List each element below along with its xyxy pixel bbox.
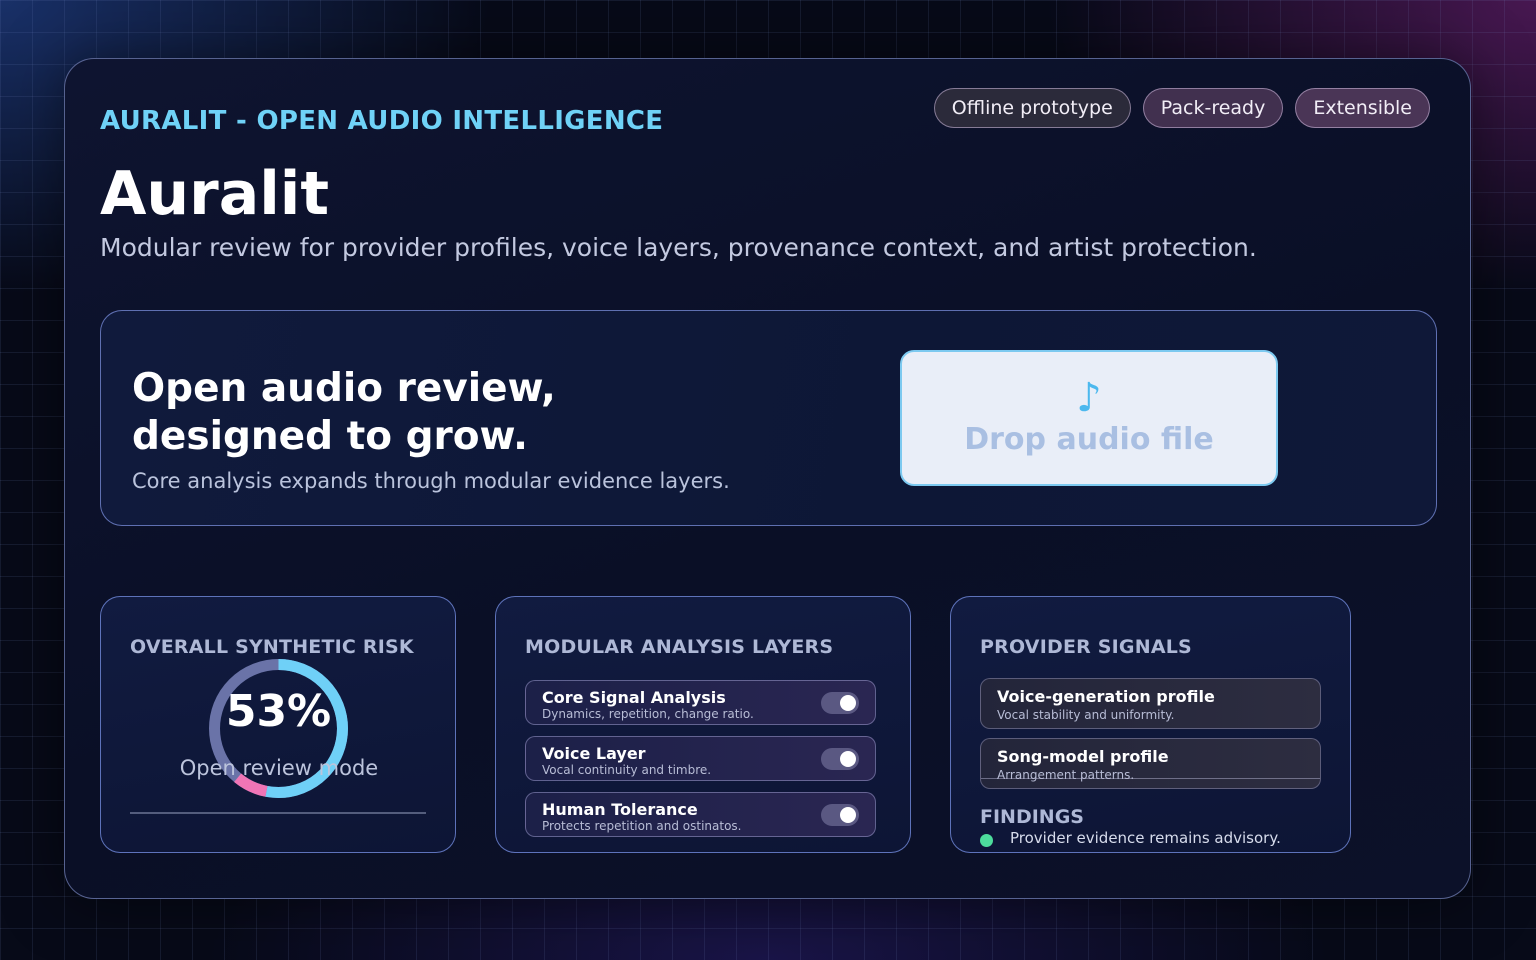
- toggle-knob: [840, 695, 856, 711]
- signals-panel-title: PROVIDER SIGNALS: [980, 636, 1192, 658]
- signal-divider: [981, 777, 1320, 779]
- findings-title: FINDINGS: [980, 806, 1084, 828]
- eyebrow-label: AURALIT - OPEN AUDIO INTELLIGENCE: [100, 106, 664, 136]
- signal-name: Voice-generation profile: [997, 687, 1215, 706]
- signal-desc: Vocal stability and uniformity.: [997, 708, 1175, 722]
- hero-subline: Core analysis expands through modular ev…: [132, 469, 730, 493]
- signal-voice-generation[interactable]: Voice-generation profile Vocal stability…: [980, 678, 1321, 729]
- layer-voice[interactable]: Voice Layer Vocal continuity and timbre.: [525, 736, 876, 781]
- layer-core-signal[interactable]: Core Signal Analysis Dynamics, repetitio…: [525, 680, 876, 725]
- review-mode-label: Open review mode: [179, 756, 379, 780]
- layer-name: Core Signal Analysis: [542, 688, 726, 707]
- layer-toggle[interactable]: [821, 748, 859, 770]
- music-note-icon: ♪: [1076, 374, 1102, 421]
- chip-extensible[interactable]: Extensible: [1295, 88, 1430, 128]
- risk-panel-title: OVERALL SYNTHETIC RISK: [130, 636, 414, 658]
- risk-divider: [130, 812, 426, 814]
- layer-name: Voice Layer: [542, 744, 646, 763]
- page-subtitle: Modular review for provider profiles, vo…: [100, 233, 1257, 262]
- layer-toggle[interactable]: [821, 804, 859, 826]
- layer-human-tolerance[interactable]: Human Tolerance Protects repetition and …: [525, 792, 876, 837]
- audio-dropzone[interactable]: ♪ Drop audio file: [900, 350, 1278, 486]
- signal-song-model[interactable]: Song-model profile Arrangement patterns.: [980, 738, 1321, 789]
- dropzone-label: Drop audio file: [964, 421, 1214, 457]
- hero-headline-line2: designed to grow.: [132, 414, 528, 459]
- chip-offline-prototype[interactable]: Offline prototype: [933, 88, 1131, 128]
- hero-headline-line1: Open audio review,: [132, 366, 556, 411]
- tag-chips: Offline prototype Pack-ready Extensible: [933, 88, 1430, 128]
- layers-panel-title: MODULAR ANALYSIS LAYERS: [525, 636, 834, 658]
- chip-pack-ready[interactable]: Pack-ready: [1142, 88, 1284, 128]
- layer-desc: Dynamics, repetition, change ratio.: [542, 707, 754, 721]
- risk-percent: 53%: [225, 686, 332, 737]
- layer-name: Human Tolerance: [542, 800, 698, 819]
- finding-status-dot: [980, 834, 993, 847]
- layer-desc: Vocal continuity and timbre.: [542, 763, 712, 777]
- hero-headline: Open audio review, designed to grow.: [132, 365, 556, 461]
- layer-toggle[interactable]: [821, 692, 859, 714]
- toggle-knob: [840, 751, 856, 767]
- page-title: Auralit: [100, 159, 330, 229]
- toggle-knob: [840, 807, 856, 823]
- finding-text: Provider evidence remains advisory.: [1010, 829, 1281, 847]
- layer-desc: Protects repetition and ostinatos.: [542, 819, 742, 833]
- signal-desc: Arrangement patterns.: [997, 768, 1135, 782]
- signal-name: Song-model profile: [997, 747, 1169, 766]
